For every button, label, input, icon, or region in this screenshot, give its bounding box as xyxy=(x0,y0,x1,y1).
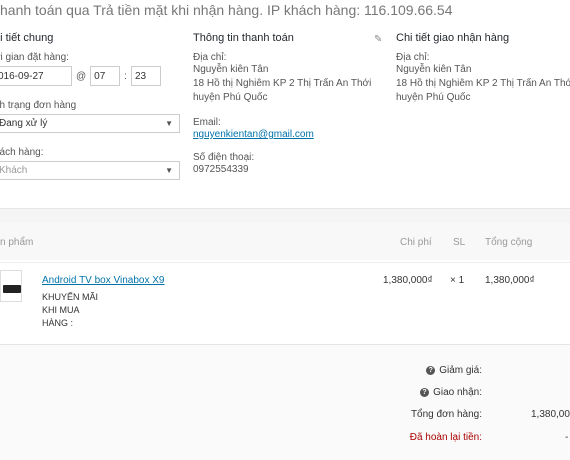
billing-title: Thông tin thanh toán xyxy=(193,32,294,44)
chevron-down-icon: ▼ xyxy=(165,166,173,175)
help-icon[interactable]: ? xyxy=(420,388,430,397)
order-status-label: nh trạng đơn hàng xyxy=(0,100,77,111)
order-hour-input[interactable] xyxy=(90,66,121,86)
refunded-label: Đã hoàn lại tiền: xyxy=(409,432,482,443)
customer-placeholder: Khách xyxy=(0,165,28,176)
items-table-header xyxy=(0,208,570,260)
billing-address-line2: 18 Hồ thị Nghiêm KP 2 Thị Trấn An Thới xyxy=(193,78,372,89)
order-totals-area xyxy=(0,344,570,460)
shipping-total-label: Giao nhận: xyxy=(433,387,482,398)
item-qty: × 1 xyxy=(450,275,465,286)
product-thumbnail[interactable] xyxy=(0,270,22,302)
billing-address-label: Địa chỉ: xyxy=(193,52,227,63)
billing-address-line1: Nguyễn kiên Tân xyxy=(193,64,269,75)
column-header-qty: SL xyxy=(453,237,466,248)
shipping-section: Chi tiết giao nhận hàng Địa chỉ: Nguyễn … xyxy=(396,32,570,105)
refunded-value: - xyxy=(565,432,569,443)
item-cost: 1,380,000₫ xyxy=(383,275,433,286)
billing-phone: 0972554339 xyxy=(193,164,249,175)
general-details-title: hi tiết chung xyxy=(0,32,54,44)
billing-phone-label: Số điện thoại: xyxy=(193,152,255,163)
order-status-value: Đang xử lý xyxy=(0,118,48,129)
help-icon[interactable]: ? xyxy=(426,366,436,375)
pencil-icon[interactable]: ✎ xyxy=(374,34,382,45)
header-divider xyxy=(0,209,570,223)
payment-info-sentence: hanh toán qua Trả tiền mặt khi nhận hàng… xyxy=(0,2,453,18)
order-date-label: ời gian đặt hàng: xyxy=(0,52,69,63)
product-meta: KHUYẾN MÃI KHI MUA HÀNG : xyxy=(42,291,98,330)
product-name-link[interactable]: Android TV box Vinabox X9 xyxy=(42,275,165,286)
general-details-section: hi tiết chung ời gian đặt hàng: @ : nh t… xyxy=(0,32,184,194)
time-separator: : xyxy=(124,70,127,82)
product-meta-line3: HÀNG : xyxy=(42,318,74,328)
billing-email-link[interactable]: nguyenkientan@gmail.com xyxy=(193,128,383,142)
order-date-row: @ : xyxy=(0,66,184,86)
chevron-down-icon: ▼ xyxy=(165,119,173,128)
column-header-total: Tổng cộng xyxy=(485,237,533,248)
order-total-row: Tổng đơn hàng: xyxy=(411,409,482,420)
customer-select[interactable]: Khách ▼ xyxy=(0,161,180,180)
shipping-address-line1: Nguyễn kiên Tân xyxy=(396,64,472,75)
product-meta-line1: KHUYẾN MÃI xyxy=(42,292,99,302)
shipping-address-label: Địa chỉ: xyxy=(396,52,430,63)
order-total-label: Tổng đơn hàng: xyxy=(410,409,482,420)
column-header-product: n phẩm xyxy=(0,237,34,248)
order-total-value: 1,380,00 xyxy=(531,409,570,420)
customer-label: hách hàng: xyxy=(0,147,44,158)
billing-section: Thông tin thanh toán Địa chỉ: Nguyễn kiê… xyxy=(193,32,383,177)
order-minute-input[interactable] xyxy=(130,66,161,86)
shipping-title: Chi tiết giao nhận hàng xyxy=(396,32,510,44)
product-meta-line2: KHI MUA xyxy=(42,305,80,315)
order-date-input[interactable] xyxy=(0,66,72,86)
billing-address-line3: huyện Phú Quốc xyxy=(193,92,268,103)
order-status-select[interactable]: Đang xử lý ▼ xyxy=(0,114,180,133)
shipping-total-row: ? Giao nhận: xyxy=(420,387,482,398)
discount-row: ? Giảm giá: xyxy=(426,365,482,376)
column-header-cost: Chi phí xyxy=(400,237,432,248)
billing-email-label: Email: xyxy=(193,117,221,128)
shipping-address-line3: huyện Phú Quốc xyxy=(396,92,471,103)
refunded-row: Đã hoàn lại tiền: xyxy=(410,432,482,443)
item-total: 1,380,000₫ xyxy=(485,275,535,286)
at-sign: @ xyxy=(76,70,87,82)
discount-label: Giảm giá: xyxy=(439,365,482,376)
shipping-address-line2: 18 Hồ thị Nghiêm KP 2 Thị Trấn An Thới xyxy=(396,78,570,89)
